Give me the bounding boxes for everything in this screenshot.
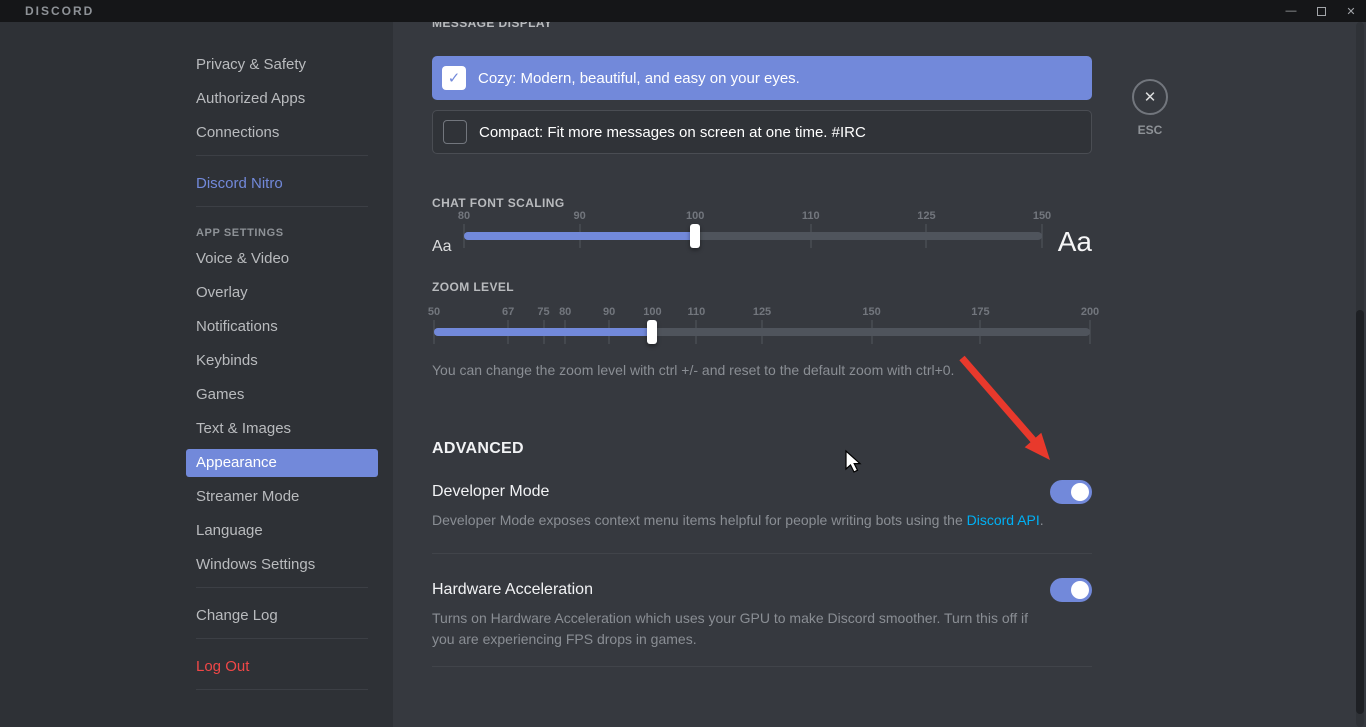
sidebar-item-privacy-safety[interactable]: Privacy & Safety (186, 51, 378, 79)
minimize-button[interactable]: — (1276, 0, 1306, 22)
cozy-option[interactable]: ✓ Cozy: Modern, beautiful, and easy on y… (432, 56, 1092, 100)
sidebar-item-change-log[interactable]: Change Log (186, 602, 378, 630)
settings-content: MESSAGE DISPLAY ✓ Cozy: Modern, beautifu… (393, 22, 1366, 727)
hardware-acceleration-toggle[interactable] (1050, 578, 1092, 602)
close-button[interactable]: ✕ (1336, 0, 1366, 22)
developer-mode-toggle[interactable] (1050, 480, 1092, 504)
slider-fill (464, 232, 695, 240)
slider-tick-label: 125 (753, 306, 771, 318)
slider-tick-label: 75 (537, 306, 549, 318)
zoom-level-note: You can change the zoom level with ctrl … (432, 362, 1092, 378)
sidebar-item-notifications[interactable]: Notifications (186, 313, 378, 341)
scrollbar-thumb[interactable] (1356, 310, 1364, 714)
hardware-acceleration-row: Hardware Acceleration (432, 578, 1092, 602)
slider-tick-label: 50 (428, 306, 440, 318)
scrollbar-track[interactable] (1356, 22, 1364, 727)
sidebar-divider (196, 155, 368, 156)
sidebar-item-log-out[interactable]: Log Out (186, 653, 378, 681)
titlebar: DISCORD — ✕ (0, 0, 1366, 22)
sidebar-item-appearance[interactable]: Appearance (186, 449, 378, 477)
sidebar-item-discord-nitro[interactable]: Discord Nitro (186, 170, 378, 198)
slider-track[interactable] (464, 232, 1042, 240)
checkbox-checked-icon[interactable]: ✓ (442, 66, 466, 90)
slider-tick-label: 150 (862, 306, 880, 318)
close-settings-button[interactable]: ✕ (1132, 79, 1168, 115)
window-controls: — ✕ (1276, 0, 1366, 22)
font-scale-slider: 8090100110125150 (464, 210, 1042, 258)
zoom-slider: 5067758090100110125150175200 (434, 306, 1090, 354)
slider-tick-label: 90 (573, 210, 585, 222)
zoom-level-slider: 5067758090100110125150175200 (432, 306, 1092, 354)
slider-tick-label: 100 (686, 210, 704, 222)
close-icon: ✕ (1346, 5, 1355, 18)
esc-label: ESC (1130, 123, 1170, 137)
slider-thumb[interactable] (647, 320, 657, 344)
chat-font-scaling-header: CHAT FONT SCALING (432, 196, 1092, 210)
font-large-icon: Aa (1048, 210, 1092, 258)
maximize-icon (1317, 7, 1326, 16)
font-small-icon: Aa (432, 210, 458, 256)
discord-api-link[interactable]: Discord API (967, 512, 1040, 528)
sidebar-item-overlay[interactable]: Overlay (186, 279, 378, 307)
developer-mode-row: Developer Mode (432, 480, 1092, 504)
escape-close: ✕ ESC (1130, 79, 1170, 137)
divider (432, 553, 1092, 554)
sidebar-section-header: APP SETTINGS (186, 221, 378, 245)
settings-sidebar: Privacy & Safety Authorized Apps Connectio… (0, 22, 393, 727)
sidebar-item-keybinds[interactable]: Keybinds (186, 347, 378, 375)
sidebar-divider (196, 638, 368, 639)
cozy-option-label: Cozy: Modern, beautiful, and easy on you… (478, 70, 800, 87)
slider-tick-label: 150 (1033, 210, 1051, 222)
settings-window: Privacy & Safety Authorized Apps Connectio… (0, 22, 1366, 727)
sidebar-item-authorized-apps[interactable]: Authorized Apps (186, 85, 378, 113)
minimize-icon: — (1286, 5, 1297, 17)
hardware-acceleration-description: Turns on Hardware Acceleration which use… (432, 608, 1052, 650)
developer-mode-description: Developer Mode exposes context menu item… (432, 510, 1052, 531)
slider-tick-label: 110 (802, 210, 820, 222)
slider-tick-label: 67 (502, 306, 514, 318)
slider-tick-label: 125 (917, 210, 935, 222)
slider-tick-label: 80 (458, 210, 470, 222)
developer-mode-label: Developer Mode (432, 483, 549, 501)
sidebar-item-streamer-mode[interactable]: Streamer Mode (186, 483, 378, 511)
message-display-header: MESSAGE DISPLAY (432, 22, 1092, 30)
slider-tick-label: 90 (603, 306, 615, 318)
slider-fill (434, 328, 652, 336)
slider-tick-label: 175 (971, 306, 989, 318)
toggle-knob (1071, 483, 1089, 501)
sidebar-item-connections[interactable]: Connections (186, 119, 378, 147)
close-x-icon: ✕ (1144, 88, 1157, 106)
sidebar-item-text-images[interactable]: Text & Images (186, 415, 378, 443)
slider-tick-label: 200 (1081, 306, 1099, 318)
slider-tick-label: 80 (559, 306, 571, 318)
discord-logo: DISCORD (25, 4, 94, 18)
zoom-level-header: ZOOM LEVEL (432, 280, 1092, 294)
sidebar-item-language[interactable]: Language (186, 517, 378, 545)
compact-option[interactable]: Compact: Fit more messages on screen at … (432, 110, 1092, 154)
sidebar-divider (196, 587, 368, 588)
advanced-header: ADVANCED (432, 440, 1092, 458)
compact-option-label: Compact: Fit more messages on screen at … (479, 124, 866, 141)
slider-track[interactable] (434, 328, 1090, 336)
maximize-button[interactable] (1306, 0, 1336, 22)
slider-tick-label: 110 (688, 306, 706, 318)
slider-tick-label: 100 (643, 306, 661, 318)
sidebar-item-windows-settings[interactable]: Windows Settings (186, 551, 378, 579)
sidebar-divider (196, 206, 368, 207)
hardware-acceleration-label: Hardware Acceleration (432, 581, 593, 599)
sidebar-item-voice-video[interactable]: Voice & Video (186, 245, 378, 273)
settings-nav: Privacy & Safety Authorized Apps Connectio… (186, 22, 378, 727)
divider (432, 666, 1092, 667)
sidebar-divider (196, 689, 368, 690)
checkbox-unchecked-icon[interactable] (443, 120, 467, 144)
slider-thumb[interactable] (690, 224, 700, 248)
chat-font-scaling-slider: Aa 80 90 100 110 125 150 Aa (432, 210, 1092, 258)
sidebar-item-games[interactable]: Games (186, 381, 378, 409)
toggle-knob (1071, 581, 1089, 599)
